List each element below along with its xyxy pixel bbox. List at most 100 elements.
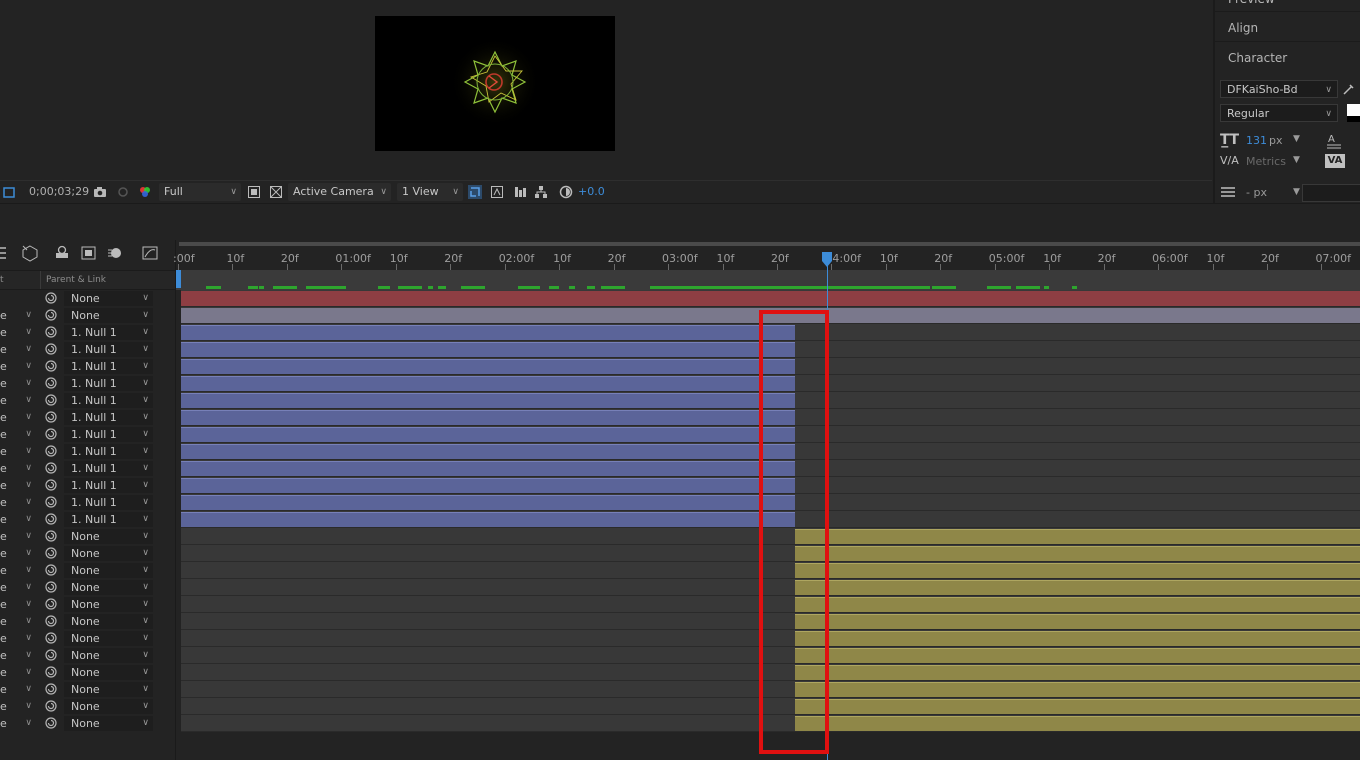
layer-row[interactable]: e ∨ None ∨ [0,307,175,324]
layer-row[interactable]: e ∨ None ∨ [0,715,175,732]
parent-link-dropdown[interactable]: None ∨ [64,308,153,323]
blend-mode-dropdown[interactable]: e ∨ [0,359,36,374]
fast-draft-icon[interactable] [490,185,504,199]
parent-link-dropdown[interactable]: None ∨ [64,546,153,561]
reset-exposure-icon[interactable] [559,185,573,199]
blend-mode-dropdown[interactable]: e ∨ [0,308,36,323]
parent-pickwhip-icon[interactable] [44,308,58,322]
parent-link-dropdown[interactable]: None ∨ [64,291,153,306]
font-style-dropdown[interactable]: Regular ∨ [1220,104,1338,122]
text-layer-bar[interactable] [795,682,1360,697]
parent-link-dropdown[interactable]: None ∨ [64,648,153,663]
parent-link-dropdown[interactable]: None ∨ [64,529,153,544]
text-layer-bar[interactable] [795,614,1360,629]
blend-mode-dropdown[interactable]: e ∨ [0,546,36,561]
parent-link-dropdown[interactable]: None ∨ [64,563,153,578]
layer-row[interactable]: e ∨ 1. Null 1 ∨ [0,477,175,494]
shy-layers-icon[interactable] [53,244,71,262]
blend-mode-dropdown[interactable]: e ∨ [0,597,36,612]
blend-mode-dropdown[interactable]: e ∨ [0,648,36,663]
layer-row[interactable]: e ∨ 1. Null 1 ∨ [0,324,175,341]
layer-row[interactable]: e ∨ 1. Null 1 ∨ [0,460,175,477]
parent-pickwhip-icon[interactable] [44,597,58,611]
parent-pickwhip-icon[interactable] [44,529,58,543]
text-layer-bar[interactable] [795,563,1360,578]
blend-mode-dropdown[interactable]: e ∨ [0,682,36,697]
graph-editor-icon[interactable] [141,244,159,262]
parent-pickwhip-icon[interactable] [44,648,58,662]
transparency-grid-icon[interactable] [269,185,283,199]
parent-link-dropdown[interactable]: 1. Null 1 ∨ [64,444,153,459]
parent-link-dropdown[interactable]: None ∨ [64,597,153,612]
layer-row[interactable]: e ∨ None ∨ [0,596,175,613]
work-area-bar[interactable] [176,270,1360,290]
layer-row[interactable]: e ∨ None ∨ [0,647,175,664]
show-snapshot-icon[interactable] [116,185,130,199]
parent-pickwhip-icon[interactable] [44,291,58,305]
parent-pickwhip-icon[interactable] [44,325,58,339]
font-size-menu-icon[interactable]: ▼ [1293,134,1300,144]
layer-row[interactable]: e ∨ None ∨ [0,528,175,545]
layer-row[interactable]: e ∨ 1. Null 1 ∨ [0,341,175,358]
layer-row[interactable]: e ∨ None ∨ [0,613,175,630]
toggle-pixel-aspect-icon[interactable] [468,185,482,199]
layer-row[interactable]: e ∨ 1. Null 1 ∨ [0,494,175,511]
layer-row[interactable]: e ∨ None ∨ [0,562,175,579]
flowchart-icon[interactable] [534,185,548,199]
parent-link-dropdown[interactable]: 1. Null 1 ∨ [64,495,153,510]
stroke-width-menu-icon[interactable]: ▼ [1293,187,1300,197]
layer-row[interactable]: e ∨ 1. Null 1 ∨ [0,358,175,375]
blend-mode-dropdown[interactable]: e ∨ [0,563,36,578]
parent-pickwhip-icon[interactable] [44,342,58,356]
blend-mode-dropdown[interactable]: e ∨ [0,444,36,459]
blend-mode-dropdown[interactable]: e ∨ [0,410,36,425]
parent-pickwhip-icon[interactable] [44,716,58,730]
text-layer-bar[interactable] [795,648,1360,663]
parent-link-dropdown[interactable]: None ∨ [64,699,153,714]
parent-pickwhip-icon[interactable] [44,512,58,526]
current-time-display[interactable]: 0;00;03;29 [29,184,89,200]
layer-row[interactable]: e ∨ None ∨ [0,630,175,647]
text-layer-bar[interactable] [795,631,1360,646]
parent-link-dropdown[interactable]: None ∨ [64,682,153,697]
shape-layer-bar[interactable] [181,342,795,357]
parent-link-dropdown[interactable]: None ∨ [64,716,153,731]
parent-pickwhip-icon[interactable] [44,478,58,492]
shape-layer-bar[interactable] [181,410,795,425]
blend-mode-dropdown[interactable]: e ∨ [0,495,36,510]
text-layer-bar[interactable] [795,716,1360,731]
parent-pickwhip-icon[interactable] [44,546,58,560]
parent-link-dropdown[interactable]: 1. Null 1 ∨ [64,325,153,340]
layer-row[interactable]: e ∨ 1. Null 1 ∨ [0,409,175,426]
parent-link-dropdown[interactable]: 1. Null 1 ∨ [64,410,153,425]
blend-mode-dropdown[interactable]: e ∨ [0,631,36,646]
motion-blur-icon[interactable] [107,244,125,262]
layer-row[interactable]: e ∨ None ∨ [0,579,175,596]
font-family-dropdown[interactable]: DFKaiSho-Bd ∨ [1220,80,1338,98]
blend-mode-dropdown[interactable]: e ∨ [0,699,36,714]
hamburger-menu-icon[interactable] [1221,186,1235,198]
parent-link-dropdown[interactable]: 1. Null 1 ∨ [64,342,153,357]
align-panel-tab[interactable]: Align [1215,14,1360,42]
parent-link-dropdown[interactable]: 1. Null 1 ∨ [64,427,153,442]
parent-link-dropdown[interactable]: 1. Null 1 ∨ [64,376,153,391]
parent-pickwhip-icon[interactable] [44,461,58,475]
parent-pickwhip-icon[interactable] [44,563,58,577]
text-layer-bar[interactable] [795,699,1360,714]
shape-layer-bar[interactable] [181,461,795,476]
blend-mode-dropdown[interactable]: e ∨ [0,665,36,680]
text-layer-bar[interactable] [795,546,1360,561]
preview-panel-tab[interactable]: Preview [1215,0,1360,12]
view-layout-dropdown[interactable]: 1 View ∨ [397,183,463,201]
null-layer-bar[interactable] [181,291,1360,306]
mode-column-header[interactable]: t [0,275,4,285]
composition-canvas[interactable] [375,16,615,151]
text-layer-bar[interactable] [795,597,1360,612]
layer-row[interactable]: e ∨ None ∨ [0,698,175,715]
blend-mode-dropdown[interactable]: e ∨ [0,325,36,340]
layer-row[interactable]: e ∨ None ∨ [0,664,175,681]
parent-pickwhip-icon[interactable] [44,359,58,373]
draft-3d-icon[interactable] [21,244,39,262]
parent-pickwhip-icon[interactable] [44,682,58,696]
blend-mode-dropdown[interactable]: e ∨ [0,716,36,731]
